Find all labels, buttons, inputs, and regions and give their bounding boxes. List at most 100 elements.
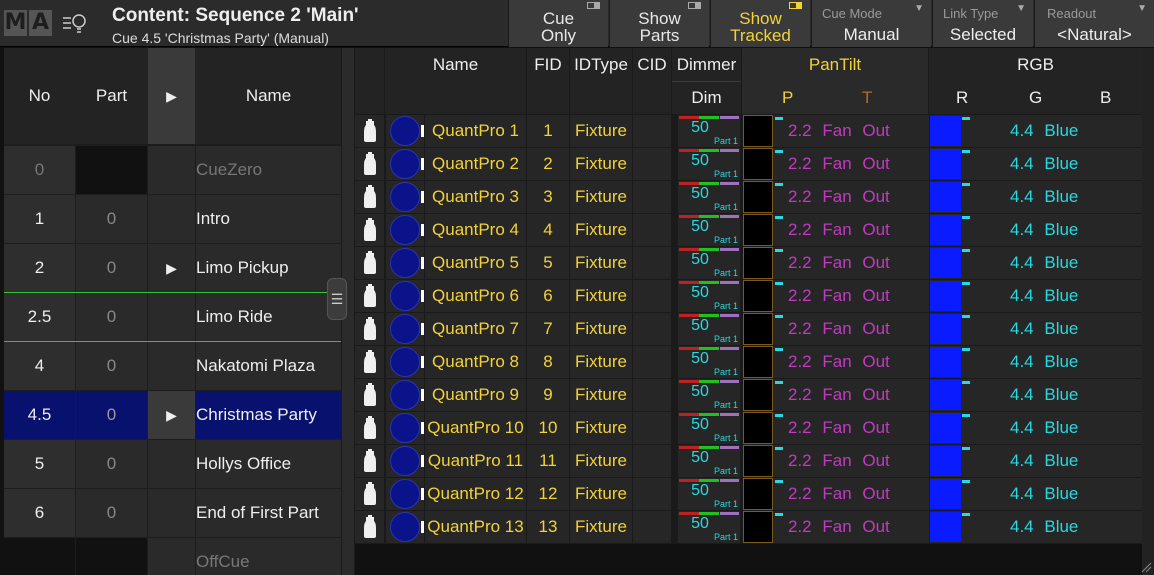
lightbulb-list-icon[interactable] [62,12,88,36]
rgb-swatch [930,149,961,179]
col-header-name[interactable]: Name [196,48,341,144]
col-header-fid[interactable]: FID [527,48,569,114]
cue-part [76,538,147,575]
cue-only-label-1: Cue [542,9,575,28]
moving-head-icon [363,284,376,307]
fixture-row[interactable]: QuantPro 4 4 Fixture 50 Part 1 2.2 Fan Out 4.4… [355,214,1142,246]
col-header-cid[interactable]: CID [633,48,671,114]
col-header-pantilt[interactable]: PanTilt P T [742,48,928,114]
cue-name: End of First Part [196,489,341,537]
cue-row[interactable]: 2 0 ▶ Limo Pickup [4,244,341,292]
header-dim-label: Dim [691,88,722,107]
fixture-type-icon [355,346,384,378]
cue-row[interactable]: 5 0 Hollys Office [4,440,341,488]
cue-row[interactable]: OffCue [4,538,341,575]
cue-play-icon: ▶ [148,391,195,439]
pantilt-preset: 2.2 Fan Out [788,484,890,503]
fixture-row[interactable]: QuantPro 7 7 Fixture 50 Part 1 2.2 Fan Out 4.4… [355,313,1142,345]
fixture-fid: 8 [527,346,569,378]
moving-head-icon [363,218,376,241]
dropdown-arrow-icon: ▼ [914,3,924,14]
color-preview-icon [386,115,424,147]
cue-play-icon [148,440,195,488]
rgb-value: 4.4 Blue [930,280,1142,312]
rgb-preset: 4.4 Blue [1010,121,1079,140]
pantilt-preset: 2.2 Fan Out [788,187,890,206]
header-pan-label: P [782,88,794,107]
col-header-name[interactable]: Name [385,48,526,114]
rgb-swatch [930,380,961,410]
rgb-preset: 4.4 Blue [1010,352,1079,371]
rgb-preset: 4.4 Blue [1010,418,1079,437]
fixture-row[interactable]: QuantPro 3 3 Fixture 50 Part 1 2.2 Fan Out 4.4… [355,181,1142,213]
pantilt-preset: 2.2 Fan Out [788,220,890,239]
cue-row[interactable]: 2.5 0 Limo Ride [4,293,341,341]
resize-grip-icon[interactable] [1140,561,1152,573]
fixture-row[interactable]: QuantPro 8 8 Fixture 50 Part 1 2.2 Fan Out 4.4… [355,346,1142,378]
readout-value: <Natural> [1057,25,1132,44]
col-header-part[interactable]: Part [76,48,147,144]
fixture-row[interactable]: QuantPro 1 1 Fixture 50 Part 1 2.2 Fan Out 4.4… [355,115,1142,147]
rgb-preset: 4.4 Blue [1010,451,1079,470]
pantilt-preset: 2.2 Fan Out [788,385,890,404]
cue-play-icon [148,293,195,341]
pantilt-preset: 2.2 Fan Out [788,154,890,173]
fixture-row[interactable]: QuantPro 10 10 Fixture 50 Part 1 2.2 Fan Out 4… [355,412,1142,444]
rgb-value: 4.4 Blue [930,445,1142,477]
fixture-name: QuantPro 9 [425,379,526,411]
fixture-idtype: Fixture [570,214,632,246]
rgb-value: 4.4 Blue [930,478,1142,510]
fixture-name: QuantPro 10 [425,412,526,444]
dimmer-percent: 50 [691,317,709,334]
fixture-idtype: Fixture [570,511,632,543]
fixture-type-icon [355,115,384,147]
current-cue-marker [4,292,341,293]
fixture-type-icon [355,412,384,444]
col-header-no[interactable]: No [4,48,75,144]
fixture-fid: 4 [527,214,569,246]
fixture-row[interactable]: QuantPro 13 13 Fixture 50 Part 1 2.2 Fan Out 4… [355,511,1142,543]
cue-row[interactable]: 4 0 Nakatomi Plaza [4,342,341,390]
cue-only-label-2: Only [541,26,576,45]
col-header-play-icon[interactable]: ▶ [148,48,195,144]
cue-row[interactable]: 4.5 0 ▶ Christmas Party [4,391,341,439]
drag-handle-icon[interactable]: ☰ [327,278,347,320]
dimmer-percent: 50 [691,119,709,136]
pantilt-preset: 2.2 Fan Out [788,352,890,371]
cue-row[interactable]: 6 0 End of First Part [4,489,341,537]
col-header-rgb[interactable]: RGB R G B [929,48,1142,114]
cue-row[interactable]: 1 0 Intro [4,195,341,243]
cue-name: Christmas Party [196,391,341,439]
dimmer-value: 50 Part 1 [678,148,740,180]
fixture-row[interactable]: QuantPro 9 9 Fixture 50 Part 1 2.2 Fan Out 4.4… [355,379,1142,411]
dimmer-part: Part 1 [713,169,738,179]
vertical-scrollbar[interactable] [1142,48,1154,575]
fixture-type-icon [355,148,384,180]
pantilt-value: 2.2 Fan Out [743,412,929,444]
fixture-row[interactable]: QuantPro 6 6 Fixture 50 Part 1 2.2 Fan Out 4.4… [355,280,1142,312]
pantilt-value: 2.2 Fan Out [743,214,929,246]
col-header-idtype[interactable]: IDType [570,48,632,114]
fixture-idtype: Fixture [570,346,632,378]
fixture-fid: 11 [527,445,569,477]
rgb-value: 4.4 Blue [930,214,1142,246]
fixture-row[interactable]: QuantPro 2 2 Fixture 50 Part 1 2.2 Fan Out 4.4… [355,148,1142,180]
cue-name: Limo Ride [196,293,341,341]
fixture-cid [633,445,671,477]
show-tracked-button[interactable]: Show Tracked [710,0,810,47]
cue-mode-select[interactable]: Cue Mode ▼ Manual [811,0,931,47]
cue-only-button[interactable]: Cue Only [508,0,608,47]
cue-number: 1 [4,195,75,243]
rgb-swatch [930,314,961,344]
fixture-row[interactable]: QuantPro 5 5 Fixture 50 Part 1 2.2 Fan Out 4.4… [355,247,1142,279]
fixture-type-icon [355,313,384,345]
link-type-select[interactable]: Link Type ▼ Selected [932,0,1033,47]
readout-select[interactable]: Readout ▼ <Natural> [1034,0,1154,47]
rgb-preset: 4.4 Blue [1010,286,1079,305]
col-header-dimmer[interactable]: Dimmer Dim [672,48,741,114]
cue-row[interactable]: 0 CueZero [4,146,341,194]
fixture-row[interactable]: QuantPro 11 11 Fixture 50 Part 1 2.2 Fan Out 4… [355,445,1142,477]
fixture-row[interactable]: QuantPro 12 12 Fixture 50 Part 1 2.2 Fan Out 4… [355,478,1142,510]
show-parts-button[interactable]: Show Parts [609,0,709,47]
pantilt-preset: 2.2 Fan Out [788,253,890,272]
